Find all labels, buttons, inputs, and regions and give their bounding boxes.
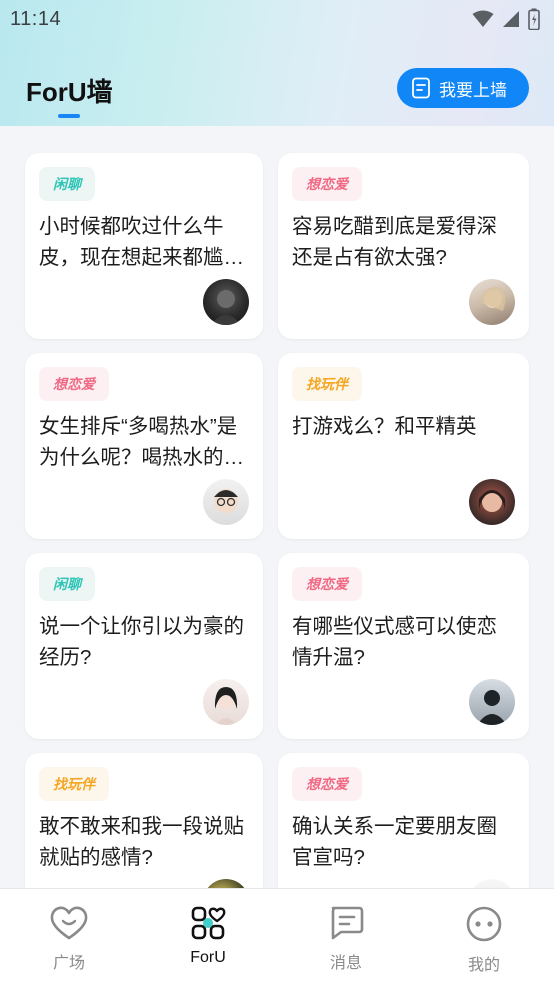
- avatar-silhouette-icon: [477, 690, 507, 725]
- status-icons: [472, 8, 540, 30]
- post-card[interactable]: 想恋爱 容易吃醋到底是爱得深还是占有欲太强?: [278, 153, 529, 339]
- post-feed[interactable]: 闲聊 小时候都吹过什么牛皮，现在想起来都尴尬的那种 想恋爱 容易吃醋到底是爱得深…: [0, 126, 554, 888]
- signal-icon: [503, 11, 519, 27]
- post-text: 小时候都吹过什么牛皮，现在想起来都尴尬的那种: [39, 215, 244, 269]
- heart-chat-icon: [50, 906, 88, 940]
- post-text: 打游戏么？和平精英: [292, 415, 477, 438]
- face-icon: [466, 906, 502, 942]
- post-tag: 找玩伴: [39, 767, 109, 801]
- avatar-white-icon: [469, 879, 515, 888]
- avatar-dark-hair-icon: [211, 290, 241, 325]
- post-card[interactable]: 想恋爱 女生排斥“多喝热水”是为什么呢？喝热水的好处: [25, 353, 263, 539]
- post-tag: 闲聊: [39, 567, 95, 601]
- post-button-label: 我要上墙: [439, 80, 507, 100]
- nav-label: 广场: [52, 955, 85, 972]
- post-text: 女生排斥“多喝热水”是为什么呢？喝热水的好处: [39, 415, 244, 469]
- post-card[interactable]: 闲聊 小时候都吹过什么牛皮，现在想起来都尴尬的那种: [25, 153, 263, 339]
- post-text: 确认关系一定要朋友圈官宣吗?: [292, 815, 497, 869]
- avatar-girl-icon: [214, 687, 238, 725]
- avatar[interactable]: [469, 279, 515, 325]
- post-text: 有哪些仪式感可以使恋情升温?: [292, 615, 497, 669]
- grid-heart-icon: [191, 906, 226, 940]
- title-underline: [58, 114, 80, 118]
- post-tag: 想恋爱: [292, 167, 362, 201]
- avatar[interactable]: [203, 479, 249, 525]
- post-card[interactable]: 想恋爱 有哪些仪式感可以使恋情升温?: [278, 553, 529, 739]
- post-text: 说一个让你引以为豪的经历?: [39, 615, 244, 669]
- avatar[interactable]: [469, 879, 515, 888]
- post-text: 敢不敢来和我一段说贴就贴的感情?: [39, 815, 244, 869]
- battery-icon: [528, 8, 540, 30]
- nav-item-foru[interactable]: ForU: [168, 905, 248, 967]
- status-bar: 11:14: [0, 0, 554, 40]
- bottom-navigation: 广场 ForU 消息 我的: [0, 888, 554, 984]
- avatar[interactable]: [203, 679, 249, 725]
- note-icon: [412, 77, 430, 99]
- avatar[interactable]: [469, 679, 515, 725]
- avatar-selfie-icon: [479, 490, 505, 512]
- nav-item-me[interactable]: 我的: [444, 905, 524, 975]
- post-text: 容易吃醋到底是爱得深还是占有欲太强?: [292, 215, 497, 269]
- post-card[interactable]: 闲聊 说一个让你引以为豪的经历?: [25, 553, 263, 739]
- nav-label: 消息: [329, 955, 362, 972]
- avatar[interactable]: [203, 279, 249, 325]
- avatar[interactable]: [469, 479, 515, 525]
- avatar-blonde-icon: [481, 286, 506, 311]
- post-card[interactable]: 找玩伴 敢不敢来和我一段说贴就贴的感情?: [25, 753, 263, 888]
- post-tag: 想恋爱: [292, 567, 362, 601]
- nav-item-plaza[interactable]: 广场: [29, 905, 109, 973]
- page-title: ForU墙: [26, 77, 113, 107]
- post-tag: 想恋爱: [292, 767, 362, 801]
- nav-label: ForU: [190, 949, 226, 966]
- avatar[interactable]: [203, 879, 249, 888]
- post-tag: 找玩伴: [292, 367, 362, 401]
- avatar-yellow-icon: [203, 879, 249, 888]
- nav-item-messages[interactable]: 消息: [306, 905, 386, 973]
- post-card[interactable]: 找玩伴 打游戏么？和平精英: [278, 353, 529, 539]
- post-to-wall-button[interactable]: 我要上墙: [397, 68, 529, 108]
- nav-label: 我的: [467, 957, 500, 974]
- post-tag: 闲聊: [39, 167, 95, 201]
- post-tag: 想恋爱: [39, 367, 109, 401]
- wifi-icon: [472, 10, 494, 27]
- status-time: 11:14: [10, 8, 62, 30]
- avatar-glasses-icon: [214, 489, 238, 513]
- post-card[interactable]: 想恋爱 确认关系一定要朋友圈官宣吗?: [278, 753, 529, 888]
- message-icon: [331, 906, 364, 940]
